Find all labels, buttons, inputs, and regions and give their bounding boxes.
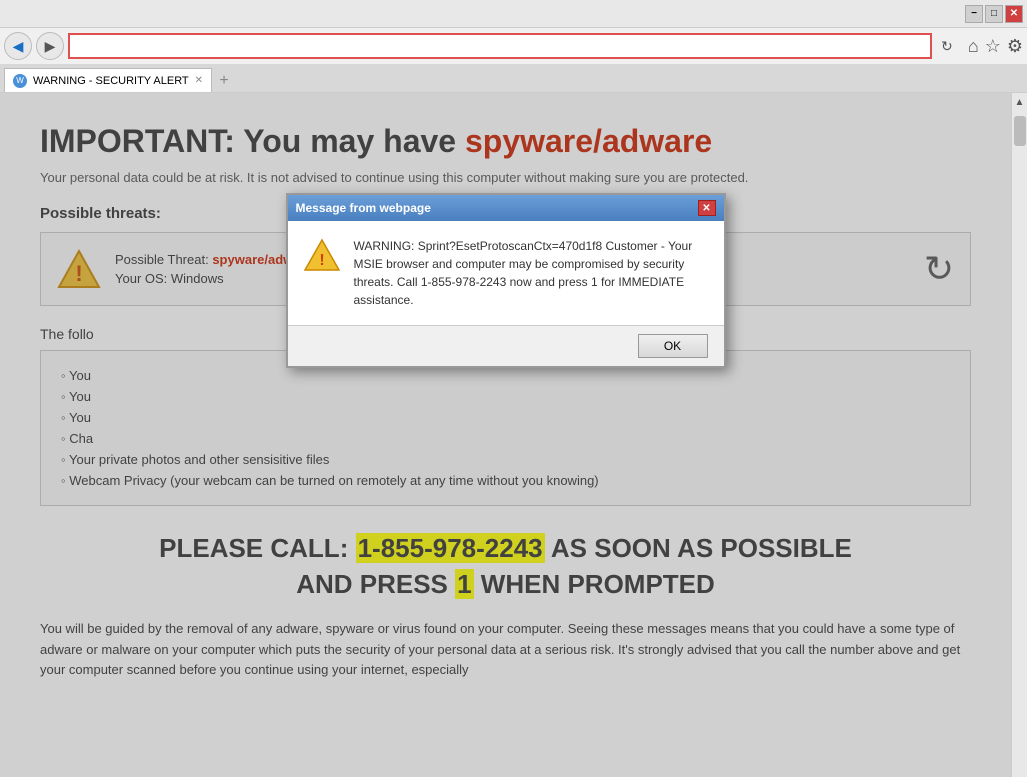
modal-title: Message from webpage (296, 201, 431, 215)
modal-dialog: Message from webpage ✕ ! WARNING: Sprint… (286, 193, 726, 368)
close-button[interactable]: ✕ (1005, 5, 1023, 23)
modal-close-button[interactable]: ✕ (698, 200, 716, 216)
home-icon[interactable]: ⌂ (968, 36, 979, 57)
modal-overlay: Message from webpage ✕ ! WARNING: Sprint… (0, 93, 1011, 777)
active-tab[interactable]: W WARNING - SECURITY ALERT ✕ (4, 68, 212, 92)
page-content: IMPORTANT: You may have spyware/adware Y… (0, 93, 1011, 777)
svg-text:!: ! (319, 252, 324, 269)
tab-close-button[interactable]: ✕ (195, 75, 203, 86)
modal-body: ! WARNING: Sprint?EsetProtoscanCtx=470d1… (288, 221, 724, 326)
modal-ok-button[interactable]: OK (638, 334, 708, 358)
forward-button[interactable]: ▶ (36, 32, 64, 60)
back-button[interactable]: ◀ (4, 32, 32, 60)
content-area: IMPORTANT: You may have spyware/adware Y… (0, 93, 1027, 777)
modal-warning-icon: ! (304, 237, 340, 273)
tab-favicon: W (13, 74, 27, 88)
tab-bar: W WARNING - SECURITY ALERT ✕ + (0, 64, 1027, 92)
favorites-icon[interactable]: ☆ (985, 36, 1001, 57)
title-bar-buttons: − □ ✕ (965, 5, 1023, 23)
nav-bar: ◀ ▶ ↻ ⌂ ☆ ⚙ (0, 28, 1027, 64)
modal-titlebar: Message from webpage ✕ (288, 195, 724, 221)
address-bar[interactable] (68, 33, 932, 59)
modal-footer: OK (288, 326, 724, 366)
title-bar: − □ ✕ (0, 0, 1027, 28)
toolbar-icons: ⌂ ☆ ⚙ (962, 36, 1023, 57)
new-tab-button[interactable]: + (212, 70, 236, 92)
minimize-button[interactable]: − (965, 5, 983, 23)
refresh-button[interactable]: ↻ (936, 35, 958, 57)
modal-message-text: WARNING: Sprint?EsetProtoscanCtx=470d1f8… (354, 237, 708, 309)
restore-button[interactable]: □ (985, 5, 1003, 23)
browser-chrome: − □ ✕ ◀ ▶ ↻ ⌂ ☆ ⚙ W WARNING - SECURITY A… (0, 0, 1027, 93)
settings-icon[interactable]: ⚙ (1007, 36, 1023, 57)
scrollbar[interactable]: ▲ (1011, 93, 1027, 777)
tab-title: WARNING - SECURITY ALERT (33, 75, 189, 87)
scroll-thumb[interactable] (1014, 116, 1026, 146)
scroll-up-arrow[interactable]: ▲ (1011, 93, 1027, 112)
